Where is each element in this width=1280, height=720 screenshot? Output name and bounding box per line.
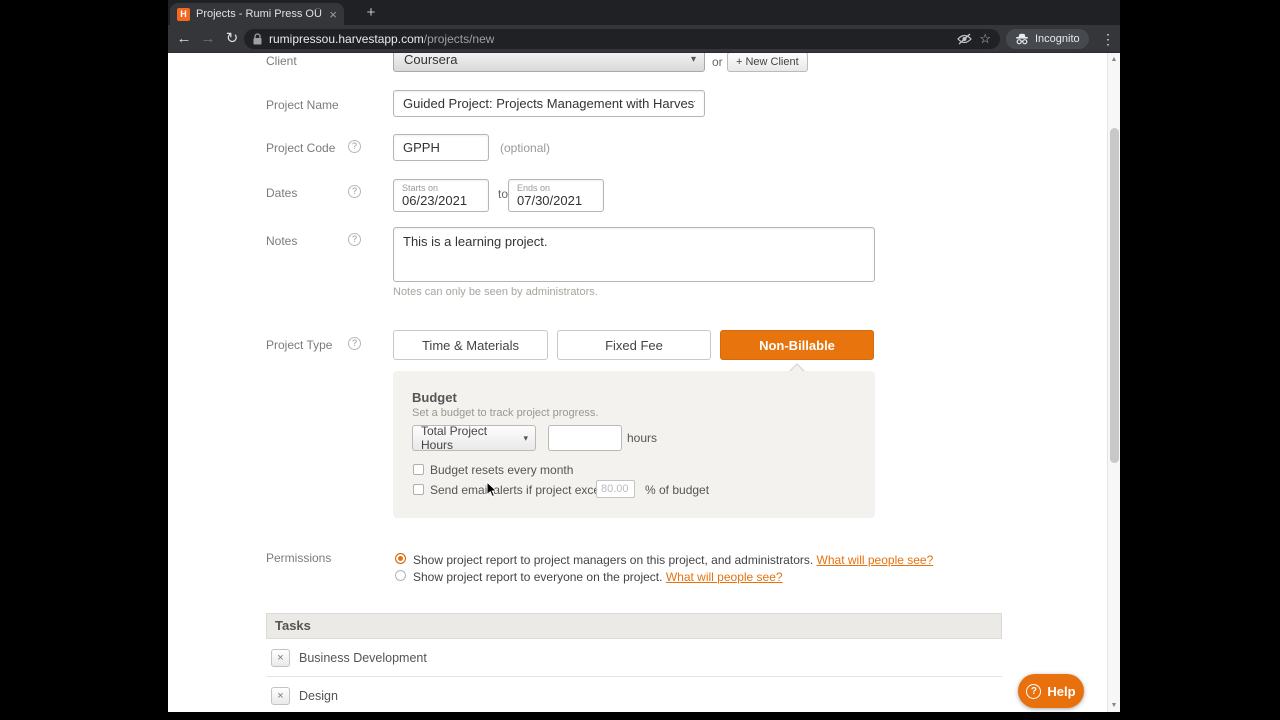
email-alert-checkbox[interactable] <box>413 484 424 495</box>
tasks-section-header: Tasks <box>266 613 1002 639</box>
browser-menu-icon[interactable]: ⋮ <box>1098 25 1118 53</box>
remove-task-button[interactable]: × <box>271 687 290 705</box>
forward-button[interactable]: → <box>198 25 218 53</box>
help-button-label: Help <box>1047 683 1076 699</box>
harvest-new-project-page: Client Coursera ▾ or + New Client Projec… <box>168 53 1120 712</box>
task-name: Business Development <box>299 651 427 665</box>
permissions-radio-everyone[interactable] <box>395 570 406 581</box>
or-text: or <box>712 55 723 69</box>
browser-tab[interactable]: H Projects - Rumi Press OÜ × <box>170 3 344 25</box>
notes-label: Notes <box>266 234 298 248</box>
help-button[interactable]: ? Help <box>1018 674 1084 708</box>
url-text: rumipressou.harvestapp.com/projects/new <box>269 32 494 46</box>
chevron-down-icon: ▾ <box>690 53 696 65</box>
what-will-people-see-link[interactable]: What will people see? <box>666 570 783 584</box>
to-text: to <box>498 187 509 201</box>
url-domain: rumipressou.harvestapp.com <box>269 32 424 46</box>
ends-on-label: Ends on <box>517 183 551 193</box>
new-client-button[interactable]: + New Client <box>727 53 808 72</box>
project-name-input[interactable] <box>393 90 705 117</box>
permissions-radio-managers[interactable] <box>395 553 406 564</box>
what-will-people-see-link[interactable]: What will people see? <box>817 553 934 567</box>
page-scrollbar[interactable]: ▲ ▼ <box>1107 53 1120 712</box>
budget-metric-select[interactable]: Total Project Hours ▾ <box>412 424 536 452</box>
harvest-favicon-icon: H <box>177 7 190 21</box>
alert-percent-input[interactable] <box>596 480 635 498</box>
permissions-option-1-text: Show project report to project managers … <box>413 553 814 567</box>
tab-title: Projects - Rumi Press OÜ <box>196 8 322 20</box>
new-tab-button[interactable]: + <box>360 3 382 23</box>
browser-toolbar: ← → ↻ rumipressou.harvestapp.com/project… <box>168 25 1120 53</box>
mouse-cursor <box>486 480 498 504</box>
dates-label: Dates <box>266 186 298 200</box>
project-type-label: Project Type <box>266 338 333 352</box>
budget-reset-label: Budget resets every month <box>430 463 574 477</box>
scroll-down-icon[interactable]: ▼ <box>1108 702 1120 709</box>
url-path: /projects/new <box>423 32 495 46</box>
address-bar[interactable]: rumipressou.harvestapp.com/projects/new … <box>244 29 1000 49</box>
project-name-label: Project Name <box>266 98 339 112</box>
chevron-down-icon: ▾ <box>523 432 528 443</box>
notes-textarea[interactable]: This is a learning project. <box>393 227 875 282</box>
project-code-label: Project Code <box>266 141 336 155</box>
help-icon[interactable]: ? <box>348 233 361 246</box>
reload-button[interactable]: ↻ <box>222 25 242 53</box>
budget-panel: Budget Set a budget to track project pro… <box>393 371 875 518</box>
permissions-option-2-text: Show project report to everyone on the p… <box>413 570 663 584</box>
start-date-value: 06/23/2021 <box>402 193 468 208</box>
budget-subtitle: Set a budget to track project progress. <box>412 407 599 419</box>
tab-strip: H Projects - Rumi Press OÜ × + <box>168 0 1120 25</box>
optional-text: (optional) <box>500 141 551 155</box>
budget-hours-input[interactable] <box>548 425 622 451</box>
project-type-fixed-fee-button[interactable]: Fixed Fee <box>557 330 711 360</box>
project-code-input[interactable] <box>393 134 489 161</box>
help-icon[interactable]: ? <box>348 337 361 350</box>
hours-suffix: hours <box>627 431 658 445</box>
help-icon[interactable]: ? <box>348 140 361 153</box>
client-select[interactable]: Coursera ▾ <box>393 53 705 72</box>
budget-metric-value: Total Project Hours <box>421 424 488 452</box>
task-row: × Business Development <box>266 639 1002 677</box>
browser-window: H Projects - Rumi Press OÜ × + ← → ↻ rum… <box>168 0 1120 712</box>
end-date-value: 07/30/2021 <box>517 193 583 208</box>
start-date-field[interactable]: Starts on 06/23/2021 <box>393 179 489 212</box>
lock-icon[interactable] <box>253 33 262 45</box>
starts-on-label: Starts on <box>402 183 439 193</box>
permissions-label: Permissions <box>266 551 332 565</box>
project-type-time-materials-button[interactable]: Time & Materials <box>393 330 548 360</box>
percent-of-budget-text: % of budget <box>645 483 710 497</box>
eye-slash-icon[interactable] <box>957 33 973 45</box>
incognito-label: Incognito <box>1035 33 1080 45</box>
budget-reset-checkbox[interactable] <box>413 464 424 475</box>
permissions-option-1: Show project report to project managers … <box>413 553 933 567</box>
project-type-non-billable-button[interactable]: Non-Billable <box>720 330 874 360</box>
notes-hint: Notes can only be seen by administrators… <box>393 286 598 298</box>
tab-close-icon[interactable]: × <box>329 8 337 21</box>
task-row: × Design <box>266 677 1002 712</box>
client-label: Client <box>266 54 297 68</box>
scroll-up-icon[interactable]: ▲ <box>1108 56 1120 63</box>
task-name: Design <box>299 689 338 703</box>
help-icon[interactable]: ? <box>348 185 361 198</box>
email-alert-label: Send email alerts if project exceeds <box>430 483 620 497</box>
end-date-field[interactable]: Ends on 07/30/2021 <box>508 179 604 212</box>
permissions-option-2: Show project report to everyone on the p… <box>413 570 783 584</box>
scrollbar-thumb[interactable] <box>1110 128 1119 463</box>
client-select-value: Coursera <box>404 53 458 67</box>
budget-title: Budget <box>412 390 457 405</box>
remove-task-button[interactable]: × <box>271 649 290 667</box>
back-button[interactable]: ← <box>174 25 194 53</box>
incognito-badge: Incognito <box>1006 29 1089 49</box>
bookmark-star-icon[interactable]: ☆ <box>979 29 991 49</box>
question-mark-icon: ? <box>1026 683 1042 699</box>
incognito-icon <box>1015 33 1029 45</box>
